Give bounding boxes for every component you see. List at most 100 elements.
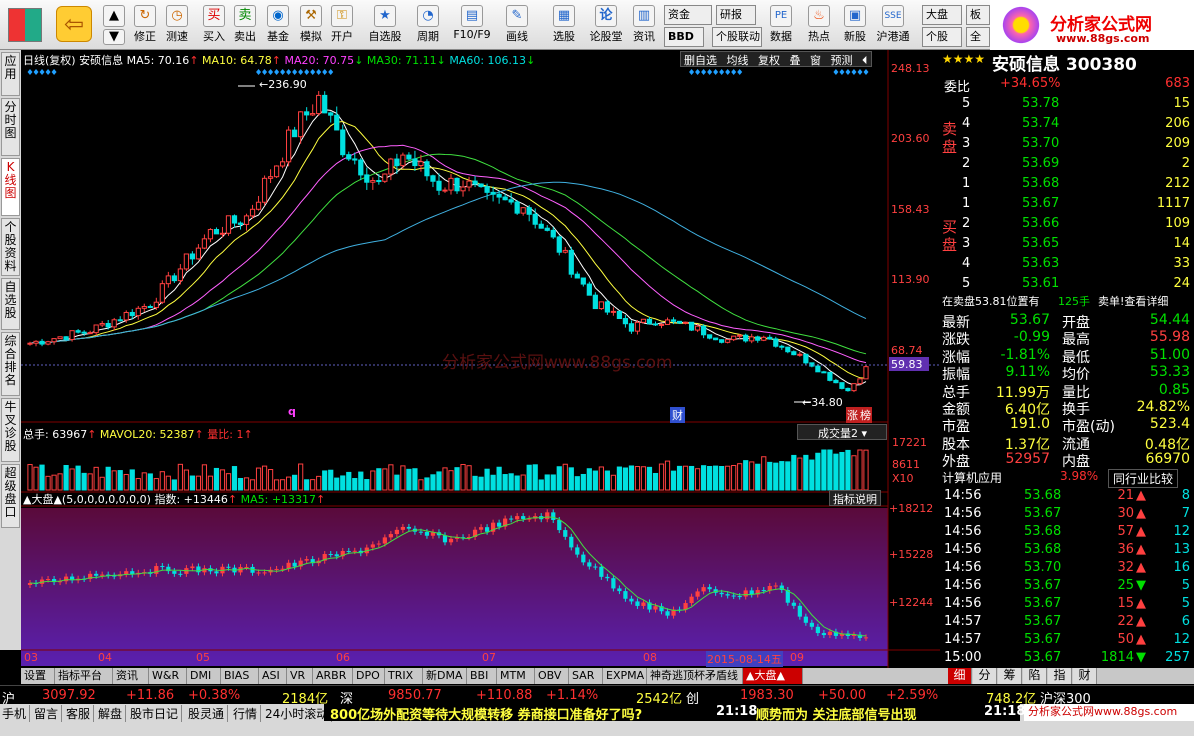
indicator-tab[interactable]: ARBR [313,668,353,684]
finance-mark[interactable]: 财 [670,407,685,423]
order-notice[interactable]: 在卖盘53.81位置有 125手 卖单!查看详细 [940,293,1194,311]
hk-connect-button[interactable]: SSE 沪港通 [872,3,914,47]
collapse-icon[interactable]: ⏴ [859,54,871,67]
sell-level-row[interactable]: 5 53.78 15 [940,96,1194,114]
indicator-tab[interactable]: MTM [497,668,535,684]
indicator-tab[interactable]: 新DMA [423,668,467,684]
open-account-button[interactable]: ⚿ 开户 [328,3,356,47]
fund-button[interactable]: ◉ 基金 [263,3,293,47]
tab-kline[interactable]: K线图 [1,158,20,216]
single-stock-pill[interactable]: 个股 [922,27,962,47]
buy-level-row[interactable]: 2 53.66 109 [940,216,1194,234]
fund-flow-pill[interactable]: 资金 [664,5,712,25]
sell-button[interactable]: 卖卖出 [231,3,259,47]
research-pill[interactable]: 研报 [716,5,756,25]
indicator-tab[interactable]: 神奇逃顶杯矛盾线 [647,668,743,684]
indicator-tab[interactable]: 资讯 [113,668,149,684]
sell-level-row[interactable]: 3 53.70 209 [940,136,1194,154]
buy-level-row[interactable]: 1 53.67 1117 [940,196,1194,214]
indicator-help-button[interactable]: 指标说明 [829,490,881,506]
ranking-mark[interactable]: 榜 [859,407,872,423]
buy-button[interactable]: 买买入 [200,3,228,47]
quick-link[interactable]: 24小时滚动 [265,705,333,722]
quick-link[interactable]: 股灵通 [188,705,229,722]
news-item-2[interactable]: 顺势而为 关注底部信号出现 [756,704,917,723]
market-pill[interactable]: 大盘 [922,5,962,25]
watchlist-button[interactable]: ★ 自选股 [364,3,406,47]
tab-diagnose[interactable]: 牛叉诊股 [1,398,20,462]
indicator-tab[interactable]: 设置 [21,668,55,684]
volume-indicator-select[interactable]: 成交量2 ▾ [797,424,887,440]
arrow-up-icon: ▲ [1136,632,1146,647]
volume-bar [743,460,749,491]
index-candle-body [641,602,646,606]
all-pill[interactable]: 全 [966,27,990,47]
app-logo-icon[interactable] [8,8,42,42]
sell-level-row[interactable]: 2 53.69 2 [940,156,1194,174]
indicator-tab[interactable]: ▲大盘▲ [743,668,803,684]
stock-picker-button[interactable]: ▦ 选股 [545,3,583,47]
sell-level-row[interactable]: 4 53.74 206 [940,116,1194,134]
quick-link[interactable]: 股市日记 [130,705,183,722]
tab-apps[interactable]: 应用 [1,52,20,96]
sector-pill[interactable]: 板 [966,5,990,25]
hotspot-button[interactable]: ♨ 热点 [802,3,836,47]
simulate-button[interactable]: ⚒ 模拟 [296,3,326,47]
right-tab[interactable]: 分 [973,668,997,684]
tab-watchlist[interactable]: 自选股 [1,278,20,330]
window-button[interactable]: 窗 [807,54,824,67]
remove-watch-button[interactable]: 删自选 [681,54,720,67]
quick-link[interactable]: 留言 [34,705,63,722]
linkage-pill[interactable]: 个股联动 [712,27,762,47]
indicator-tab[interactable]: OBV [535,668,569,684]
quick-link[interactable]: 解盘 [98,705,127,722]
period-button[interactable]: ◔ 周期 [408,3,448,47]
data-button[interactable]: PE 数据 [764,3,798,47]
indicator-tab[interactable]: EXPMA [603,668,647,684]
right-tab[interactable]: 细 [948,668,972,684]
indicator-tab[interactable]: BIAS [221,668,259,684]
indicator-tab[interactable]: BBI [467,668,497,684]
industry-compare-button[interactable]: 同行业比较 [1108,469,1179,488]
indicator-tab[interactable]: DMI [187,668,221,684]
buy-level-row[interactable]: 3 53.65 14 [940,236,1194,254]
fix-button[interactable]: ↻ 修正 [130,3,160,47]
ipo-button[interactable]: ▣ 新股 [838,3,872,47]
tab-super-book[interactable]: 超级盘口 [1,464,20,528]
right-tab[interactable]: 指 [1048,668,1072,684]
back-icon[interactable]: ⇦ [56,6,92,42]
draw-line-button[interactable]: ✎ 画线 [498,3,536,47]
quick-link[interactable]: 客服 [66,705,95,722]
right-tab[interactable]: 财 [1073,668,1097,684]
tab-ranking[interactable]: 综合排名 [1,332,20,396]
quick-link[interactable]: 手机 [2,705,31,722]
indicator-tab[interactable]: DPO [353,668,385,684]
limit-up-mark[interactable]: 涨 [846,407,859,423]
quick-link[interactable]: 行情 [233,705,262,722]
buy-level-row[interactable]: 5 53.61 24 [940,276,1194,294]
up-down-button[interactable]: ▲ ▼ [100,3,128,47]
indicator-tab[interactable]: 指标平台 [55,668,113,684]
sell-level-row[interactable]: 1 53.68 212 [940,176,1194,194]
bbd-pill[interactable]: BBD [664,27,704,47]
indicator-tab[interactable]: W&R [149,668,187,684]
forum-button[interactable]: 论论股堂 [586,3,626,47]
index-candle-body [695,591,700,597]
speedtest-button[interactable]: ◷ 测速 [162,3,192,47]
right-tab[interactable]: 筹 [998,668,1022,684]
indicator-tab[interactable]: VR [287,668,313,684]
ma-button[interactable]: 均线 [724,54,752,67]
buy-level-row[interactable]: 4 53.63 33 [940,256,1194,274]
news-item-1[interactable]: 800亿场外配资等待大规模转移 券商接口准备好了吗? [330,704,642,723]
indicator-tab[interactable]: SAR [569,668,603,684]
right-tab[interactable]: 陷 [1023,668,1047,684]
indicator-tab[interactable]: TRIX [385,668,423,684]
forecast-button[interactable]: 预测 [828,54,856,67]
overlay-button[interactable]: 叠 [787,54,804,67]
f10-button[interactable]: ▤ F10/F9 [450,3,494,47]
tab-intraday[interactable]: 分时图 [1,98,20,156]
adjust-button[interactable]: 复权 [755,54,783,67]
tab-profile[interactable]: 个股资料 [1,218,20,276]
indicator-tab[interactable]: ASI [259,668,287,684]
news-button[interactable]: ▥ 资讯 [628,3,660,47]
